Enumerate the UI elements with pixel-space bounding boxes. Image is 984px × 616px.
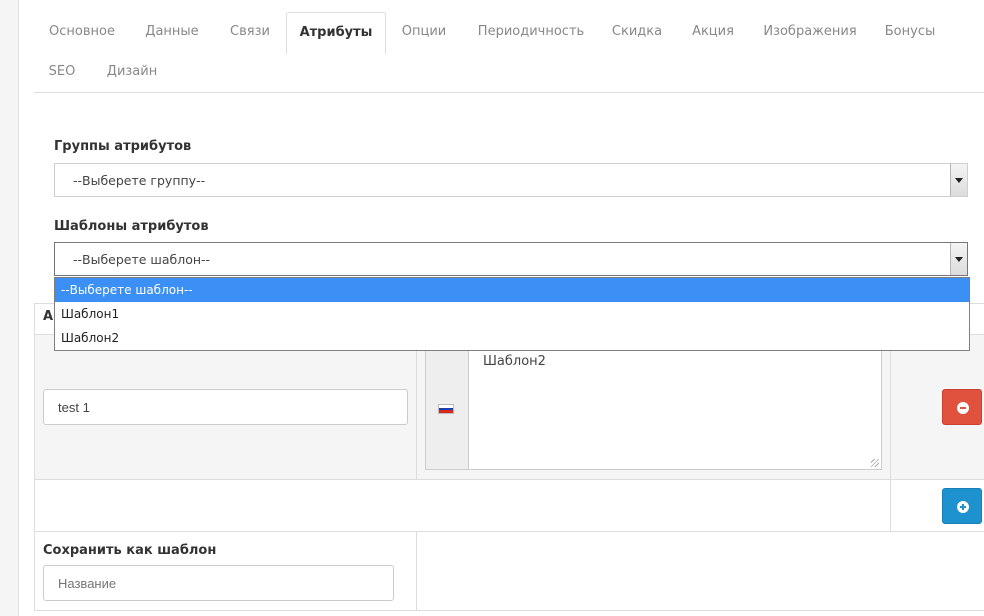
attribute-text-value: Шаблон2 <box>483 354 546 369</box>
left-sidebar-edge <box>0 0 19 616</box>
dropdown-option[interactable]: Шаблон1 <box>55 302 969 326</box>
ru-flag-icon <box>438 404 454 414</box>
plus-circle-icon <box>957 501 969 513</box>
tab-images[interactable]: Изображения <box>750 12 870 52</box>
tab-bonuses[interactable]: Бонусы <box>870 12 950 52</box>
tab-general[interactable]: Основное <box>34 12 130 52</box>
tab-options[interactable]: Опции <box>384 12 464 52</box>
dropdown-option[interactable]: --Выберете шаблон-- <box>55 278 969 302</box>
table-header: А <box>43 309 54 324</box>
attribute-name-input[interactable] <box>43 389 408 425</box>
tab-seo[interactable]: SEO <box>34 52 90 92</box>
save-template-label: Сохранить как шаблон <box>43 543 217 558</box>
attribute-group-selected: --Выберете группу-- <box>73 173 206 188</box>
tab-special[interactable]: Акция <box>676 12 750 52</box>
minus-circle-icon <box>957 402 969 414</box>
attribute-text-textarea[interactable]: Шаблон2 <box>468 347 882 470</box>
dropdown-option[interactable]: Шаблон2 <box>55 326 969 350</box>
tab-data[interactable]: Данные <box>130 12 214 52</box>
chevron-down-icon[interactable] <box>950 243 967 275</box>
tab-attributes[interactable]: Атрибуты <box>286 12 386 54</box>
tab-design[interactable]: Дизайн <box>90 52 174 92</box>
resize-handle-icon[interactable] <box>871 459 879 467</box>
tab-links[interactable]: Связи <box>214 12 286 52</box>
attribute-template-select[interactable]: --Выберете шаблон-- <box>54 242 968 276</box>
add-attribute-button[interactable] <box>942 488 982 524</box>
template-name-input[interactable] <box>43 565 394 601</box>
attribute-templates-label: Шаблоны атрибутов <box>54 219 209 234</box>
attribute-groups-label: Группы атрибутов <box>54 139 192 154</box>
remove-attribute-button[interactable] <box>942 389 982 425</box>
tab-discount[interactable]: Скидка <box>598 12 676 52</box>
attribute-template-selected: --Выберете шаблон-- <box>73 252 211 267</box>
tab-periodicity[interactable]: Периодичность <box>464 12 598 52</box>
tab-bar: Основное Данные Связи Атрибуты Опции Пер… <box>34 12 984 93</box>
attribute-template-dropdown: --Выберете шаблон-- Шаблон1 Шаблон2 <box>54 277 970 351</box>
attribute-group-select[interactable]: --Выберете группу-- <box>54 163 968 197</box>
chevron-down-icon[interactable] <box>950 164 967 196</box>
